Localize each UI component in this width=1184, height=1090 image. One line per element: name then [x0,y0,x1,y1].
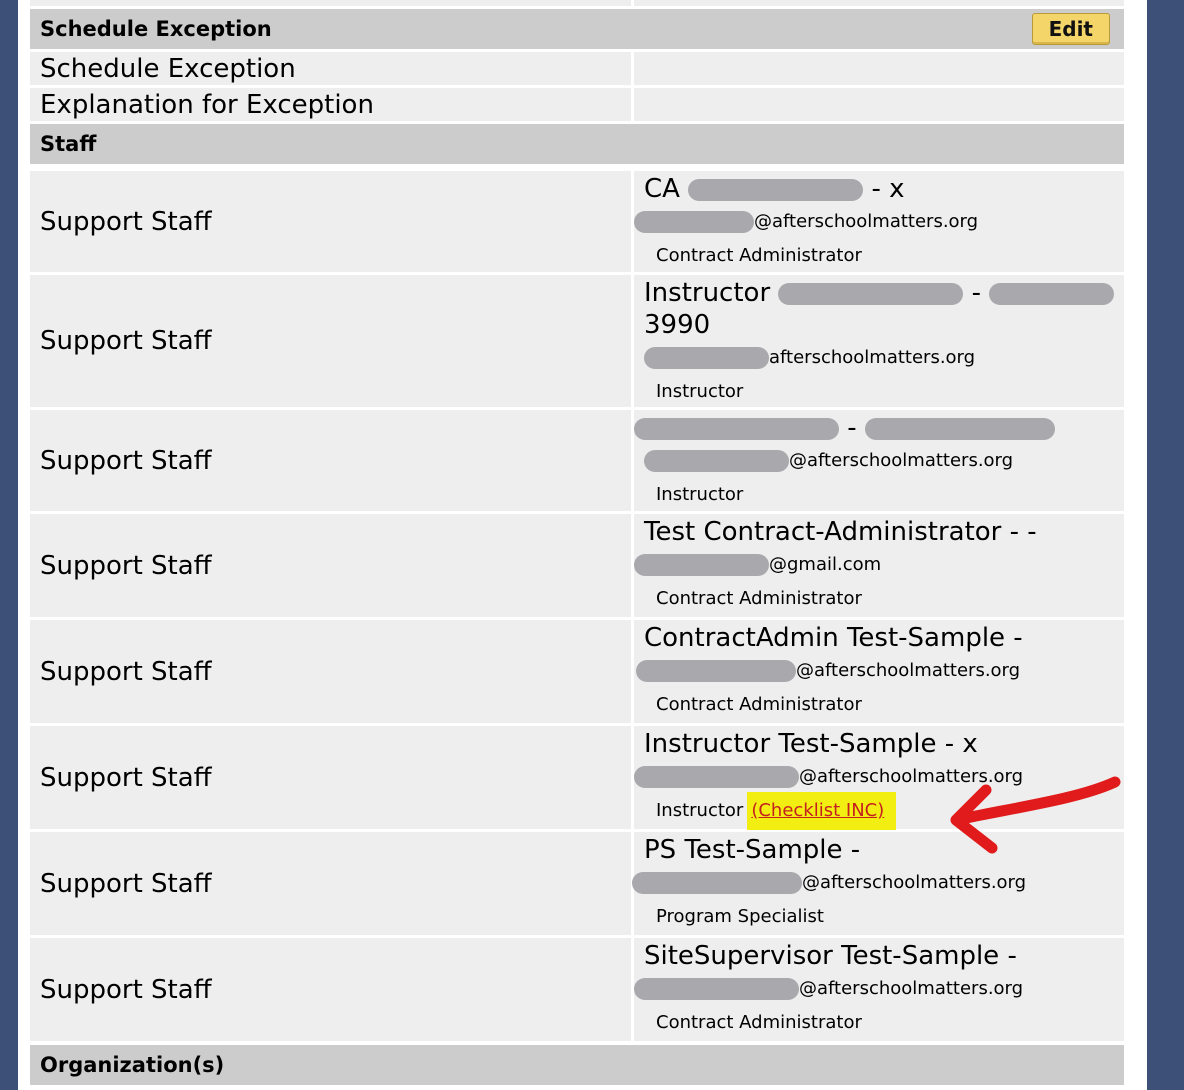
redacted-email [634,211,754,233]
staff-name: CA - x [644,174,905,204]
staff-role: Contract Administrator [656,588,862,609]
staff-email: @afterschoolmatters.org [634,978,1124,1000]
redacted-email [644,450,789,472]
checklist-inc-link[interactable]: (Checklist INC) [751,800,884,821]
redacted-email [636,660,796,682]
redacted-email [634,554,769,576]
staff-name: - [634,412,1124,444]
staff-details: - @afterschoolmatters.org Instructor [634,410,1124,511]
redacted-name [634,417,839,440]
staff-role: Contract Administrator [656,245,862,266]
staff-row: Support Staff Instructor - 3990 aftersch… [30,275,1124,407]
staff-name: Instructor Test-Sample - x [644,729,978,759]
staff-row: Support Staff SiteSupervisor Test-Sample… [30,938,1124,1041]
staff-type-label: Support Staff [30,514,631,617]
staff-row: Support Staff CA - x @afterschoolmatters… [30,171,1124,272]
staff-role: Program Specialist [656,906,824,927]
schedule-exception-title: Schedule Exception [40,17,272,41]
staff-type-label: Support Staff [30,275,631,407]
redacted-email [634,766,799,788]
field-label: Explanation for Exception [30,88,631,121]
staff-header: Staff [30,124,1124,164]
staff-title: Staff [40,132,97,156]
staff-type-label: Support Staff [30,726,631,829]
staff-details: ContractAdmin Test-Sample - @afterschool… [634,620,1124,723]
staff-row: Support Staff - @afterschoolmatters.org … [30,410,1124,511]
staff-details: Test Contract-Administrator - - @gmail.c… [634,514,1124,617]
staff-email: @afterschoolmatters.org [636,660,1124,682]
redacted-email [644,347,769,369]
explanation-row: Explanation for Exception [30,88,1124,121]
field-label: Schedule Exception [30,52,631,85]
details-panel: Schedule Exception Edit Schedule Excepti… [18,0,1147,1090]
staff-details: SiteSupervisor Test-Sample - @afterschoo… [634,938,1124,1041]
redacted-name [778,282,964,305]
previous-row-label [30,0,631,6]
schedule-exception-header: Schedule Exception Edit [30,9,1124,49]
staff-name: Test Contract-Administrator - - [644,517,1037,547]
edit-button[interactable]: Edit [1031,13,1110,45]
staff-details: Instructor - 3990 afterschoolmatters.org… [634,275,1124,407]
staff-row: Support Staff Test Contract-Administrato… [30,514,1124,617]
redacted-name [688,178,864,201]
red-arrow-annotation [950,776,1121,854]
previous-row-stub [30,0,1124,6]
staff-role: Instructor [656,381,744,402]
staff-details: CA - x @afterschoolmatters.org Contract … [634,171,1124,272]
staff-email: @afterschoolmatters.org [644,450,1124,472]
field-value [634,52,1124,85]
staff-row: Support Staff ContractAdmin Test-Sample … [30,620,1124,723]
staff-name: SiteSupervisor Test-Sample - [644,941,1017,971]
schedule-exception-row: Schedule Exception [30,52,1124,85]
organizations-header: Organization(s) [30,1045,1124,1085]
staff-email: @gmail.com [634,554,1124,576]
staff-email: @afterschoolmatters.org [632,872,1124,894]
redacted-name [864,417,1055,440]
details-table: Schedule Exception Edit Schedule Excepti… [30,0,1124,1088]
staff-type-label: Support Staff [30,620,631,723]
staff-name: Instructor - 3990 [644,277,1124,341]
staff-role: Contract Administrator [656,694,862,715]
highlight-marker: (Checklist INC) [747,792,897,830]
staff-type-label: Support Staff [30,410,631,511]
field-value [634,88,1124,121]
redacted-name [989,282,1115,305]
staff-type-label: Support Staff [30,938,631,1041]
redacted-email [632,872,802,894]
staff-email: afterschoolmatters.org [644,347,1124,369]
redacted-email [634,978,799,1000]
organizations-title: Organization(s) [40,1053,225,1077]
staff-role: Contract Administrator [656,1012,862,1033]
staff-type-label: Support Staff [30,832,631,935]
previous-row-value [634,0,1124,6]
staff-type-label: Support Staff [30,171,631,272]
staff-name: ContractAdmin Test-Sample - [644,623,1023,653]
staff-role: Instructor [656,484,744,505]
staff-email: @afterschoolmatters.org [634,211,1124,233]
